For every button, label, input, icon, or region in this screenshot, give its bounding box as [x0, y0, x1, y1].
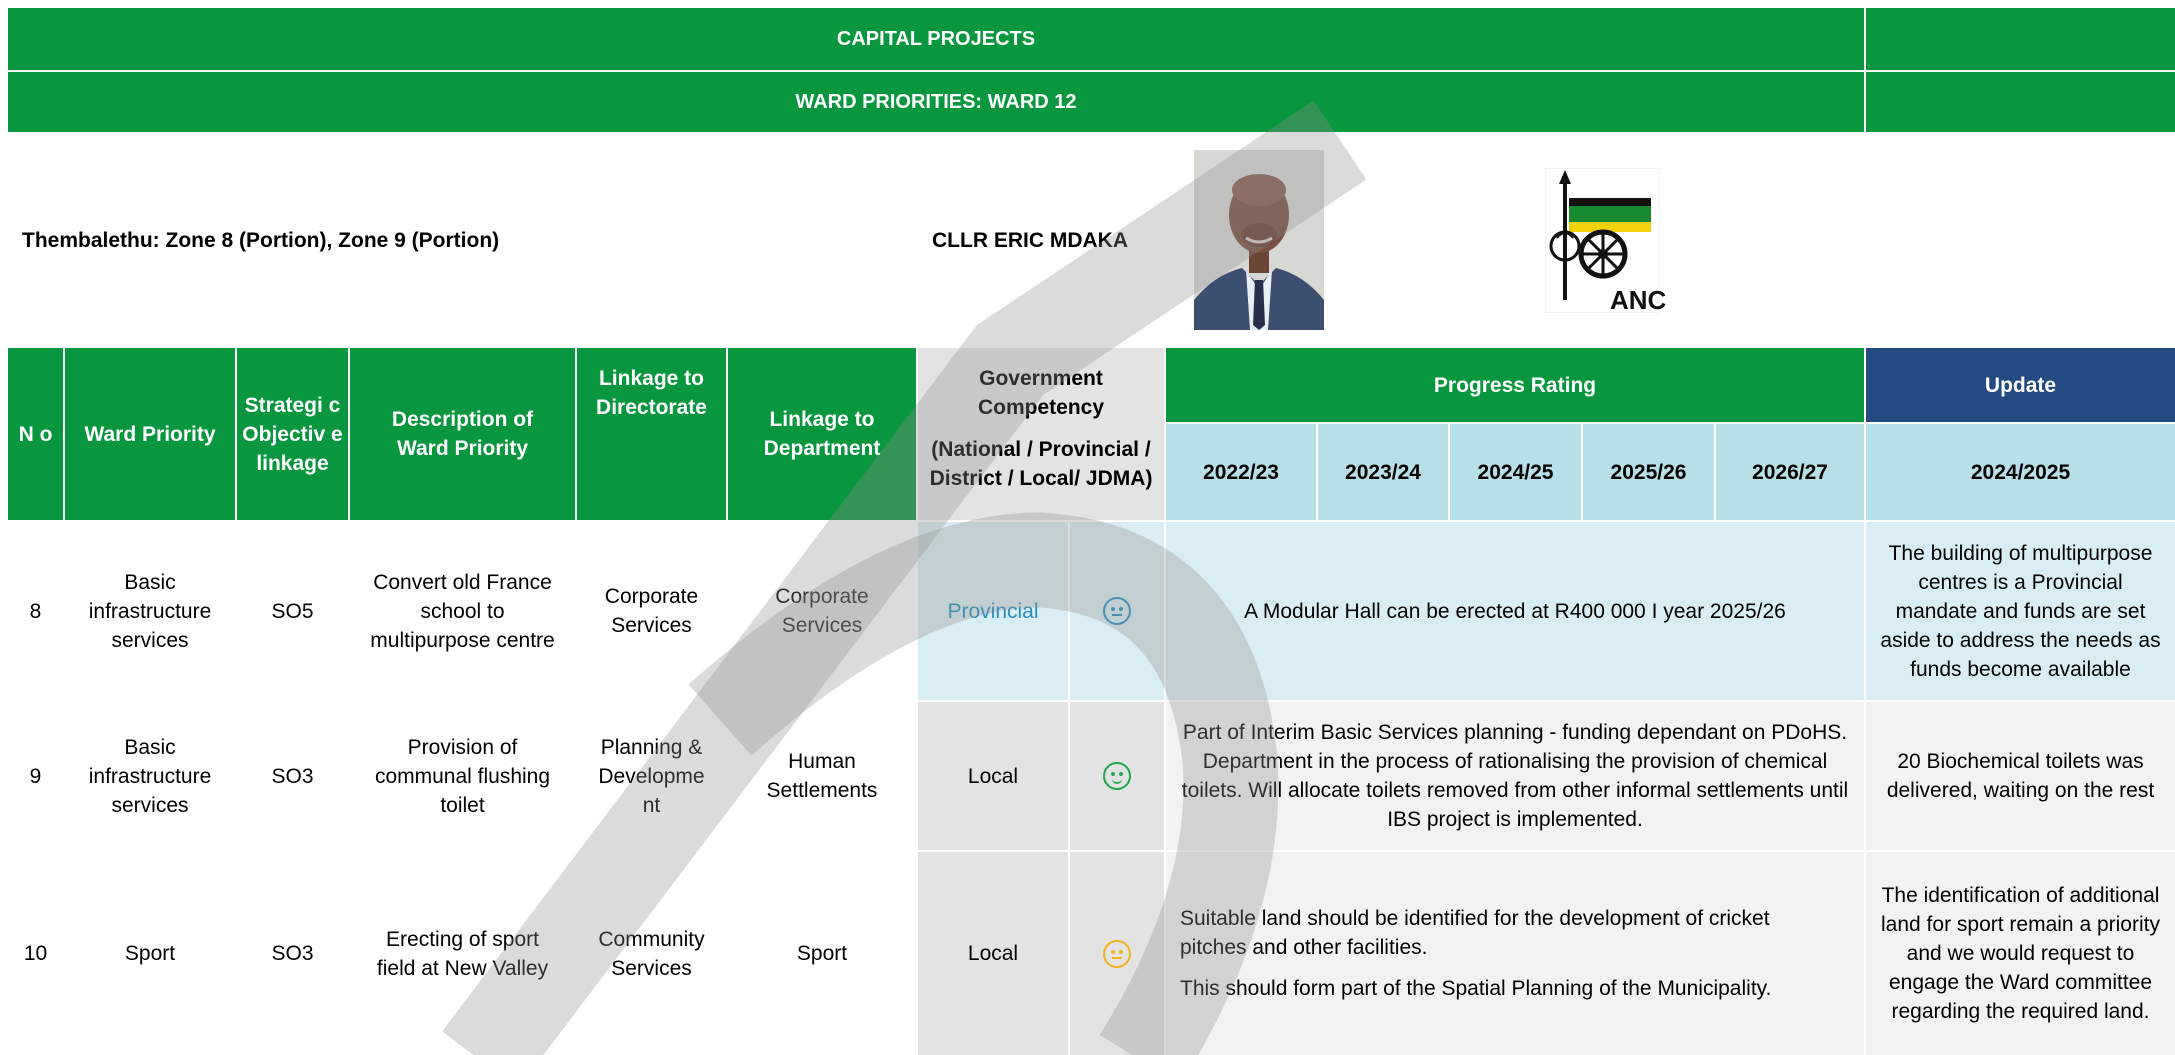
col-header-progress-rating: Progress Rating: [1166, 348, 1864, 422]
year-2024-25: 2024/25: [1450, 424, 1581, 520]
councillor-photo: [1194, 150, 1324, 330]
party-logo-text: ANC: [1610, 285, 1667, 315]
year-2025-26: 2025/26: [1583, 424, 1714, 520]
year-2022-23: 2022/23: [1166, 424, 1316, 520]
col-header-no: N o: [8, 348, 63, 520]
happy-face-icon: [1103, 762, 1131, 790]
row-progress: A Modular Hall can be erected at R400 00…: [1166, 522, 1864, 700]
gov-competency-subtitle: (National / Provincial / District / Loca…: [929, 438, 1153, 490]
ward-info-side-cell: [1866, 134, 2175, 346]
update-year: 2024/2025: [1866, 424, 2175, 520]
title-side-cell: [1866, 8, 2175, 70]
row-directorate: Planning & Developme nt: [577, 702, 726, 850]
row-rating-cell: [1070, 852, 1164, 1055]
col-header-gov-competency: Government Competency (National / Provin…: [918, 348, 1164, 520]
councillor-photo-cell: [1184, 134, 1448, 346]
row-ward-priority: Sport: [65, 852, 235, 1055]
col-header-strategic-objective: Strategi c Objectiv e linkage: [237, 348, 348, 520]
row-update: 20 Biochemical toilets was delivered, wa…: [1866, 702, 2175, 850]
councillor-name: CLLR ERIC MDAKA: [918, 134, 1182, 346]
row-rating-cell: [1070, 702, 1164, 850]
row-no: 8: [8, 522, 63, 700]
row-description: Provision of communal flushing toilet: [350, 702, 575, 850]
row-progress: Part of Interim Basic Services planning …: [1166, 702, 1864, 850]
ward-area: Thembalethu: Zone 8 (Portion), Zone 9 (P…: [8, 134, 916, 346]
row-description: Convert old France school to multipurpos…: [350, 522, 575, 700]
neutral-face-icon: [1103, 939, 1131, 968]
row-no: 10: [8, 852, 63, 1055]
row-department: Corporate Services: [728, 522, 916, 700]
col-header-update: Update: [1866, 348, 2175, 422]
progress-paragraph-2: This should form part of the Spatial Pla…: [1180, 977, 1772, 1000]
row-rating-cell: [1070, 522, 1164, 700]
page-subtitle: WARD PRIORITIES: WARD 12: [8, 72, 1864, 132]
row-competency: Local: [918, 852, 1068, 1055]
row-progress: Suitable land should be identified for t…: [1166, 852, 1864, 1055]
row-no: 9: [8, 702, 63, 850]
col-header-ward-priority: Ward Priority: [65, 348, 235, 520]
neutral-face-icon: [1103, 597, 1131, 625]
row-department: Sport: [728, 852, 916, 1055]
party-logo-cell: ANC: [1450, 134, 1864, 346]
col-header-description: Description of Ward Priority: [350, 348, 575, 520]
row-directorate: Community Services: [577, 852, 726, 1055]
row-ward-priority: Basic infrastructure services: [65, 702, 235, 850]
year-2023-24: 2023/24: [1318, 424, 1448, 520]
row-strategic-objective: SO3: [237, 852, 348, 1055]
row-ward-priority: Basic infrastructure services: [65, 522, 235, 700]
progress-paragraph-1: Suitable land should be identified for t…: [1180, 907, 1770, 959]
row-description: Erecting of sport field at New Valley: [350, 852, 575, 1055]
row-competency: Provincial: [918, 522, 1068, 700]
col-header-directorate: Linkage to Directorate: [577, 348, 726, 520]
row-update: The identification of additional land fo…: [1866, 852, 2175, 1055]
row-update: The building of multipurpose centres is …: [1866, 522, 2175, 700]
year-2026-27: 2026/27: [1716, 424, 1864, 520]
row-competency: Local: [918, 702, 1068, 850]
row-strategic-objective: SO3: [237, 702, 348, 850]
page-title: CAPITAL PROJECTS: [8, 8, 1864, 70]
gov-competency-title: Government Competency: [977, 367, 1105, 419]
col-header-department: Linkage to Department: [728, 348, 916, 520]
row-strategic-objective: SO5: [237, 522, 348, 700]
row-department: Human Settlements: [728, 702, 916, 850]
subtitle-side-cell: [1866, 72, 2175, 132]
row-directorate: Corporate Services: [577, 522, 726, 700]
